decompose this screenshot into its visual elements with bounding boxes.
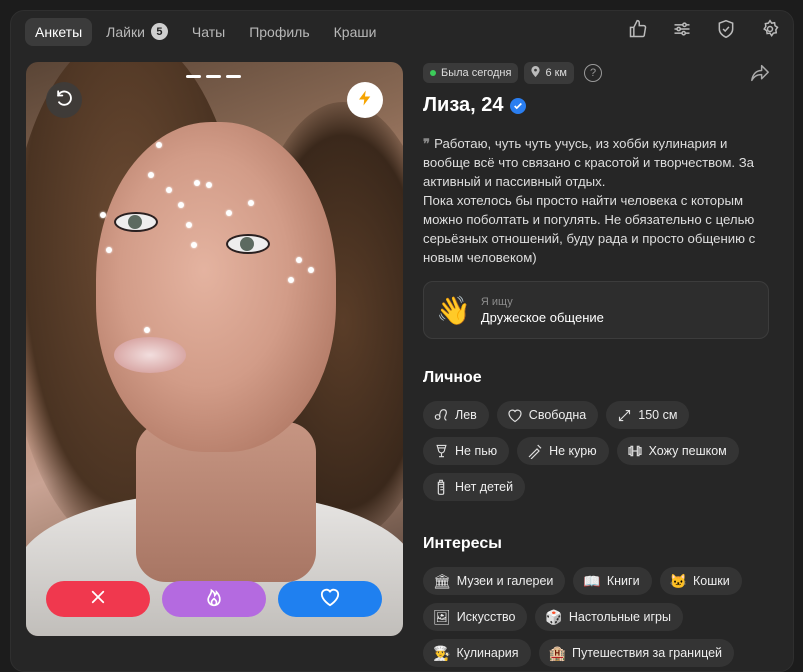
cat-icon: 🐱 xyxy=(669,572,687,589)
interests-chips: 🏛 Музеи и галереи 📖 Книги 🐱 Кошки 🖼 Искусств… xyxy=(423,567,773,667)
interests-section-title: Интересы xyxy=(423,535,502,552)
waving-hand-icon: 👋 xyxy=(436,294,471,326)
chef-icon: 👨‍🍳 xyxy=(433,644,451,661)
dumbbell-icon xyxy=(627,444,643,458)
tab-profiles[interactable]: Анкеты xyxy=(25,17,93,46)
seeking-card: 👋 Я ищу Дружеское общение xyxy=(423,281,769,339)
expand-arrows-icon xyxy=(616,408,632,423)
interest-chip: 🏛 Музеи и галереи xyxy=(423,567,566,595)
thumbs-up-icon[interactable] xyxy=(627,18,649,40)
museum-icon: 🏛 xyxy=(433,572,451,589)
photo-eye-left xyxy=(114,212,158,232)
interest-chip: 👨‍🍳 Кулинария xyxy=(423,639,531,667)
profile-details: Была сегодня 6 км ? Лиза, 24 ❞ Работаю, ч… xyxy=(423,62,773,667)
personal-section-title: Личное xyxy=(423,369,482,386)
online-dot-icon xyxy=(430,70,436,76)
interest-chip: 📖 Книги xyxy=(573,567,652,595)
tab-chats[interactable]: Чаты xyxy=(182,18,235,46)
seeking-label: Я ищу xyxy=(480,295,513,308)
top-nav: Анкеты Лайки 5 Чаты Профиль Краши xyxy=(25,17,386,46)
verified-icon xyxy=(509,97,526,114)
interest-chip: 🏨 Путешествия за границей xyxy=(538,639,735,667)
heart-outline-icon xyxy=(507,408,523,423)
profile-photo[interactable] xyxy=(26,62,403,636)
quote-icon: ❞ xyxy=(423,136,431,151)
painting-icon: 🖼 xyxy=(433,608,451,625)
close-icon xyxy=(89,588,107,611)
personal-chip: Не курю xyxy=(517,437,609,465)
flame-icon xyxy=(204,587,224,612)
photo-face xyxy=(96,122,336,452)
personal-chips: Лев Свободна 150 см Не пью Не курю Хожу … xyxy=(423,401,773,501)
online-status-badge: Была сегодня xyxy=(423,63,519,83)
book-icon: 📖 xyxy=(583,572,601,589)
tab-crushes[interactable]: Краши xyxy=(324,18,387,46)
nav-icons xyxy=(627,18,781,40)
distance-badge: 6 км xyxy=(524,62,574,84)
seeking-value: Дружеское общение xyxy=(480,309,604,325)
hotel-icon: 🏨 xyxy=(548,644,566,661)
photo-lips xyxy=(114,337,186,373)
status-row: Была сегодня 6 км ? xyxy=(423,62,773,84)
heart-icon xyxy=(319,587,341,612)
dislike-button[interactable] xyxy=(46,581,150,617)
personal-chip: Свободна xyxy=(496,401,599,429)
personal-chip: Лев xyxy=(423,401,489,429)
interest-chip: 🐱 Кошки xyxy=(659,567,742,595)
baby-bottle-icon xyxy=(433,479,449,495)
personal-chip: Не пью xyxy=(423,437,510,465)
dice-icon: 🎲 xyxy=(545,608,563,625)
share-icon[interactable] xyxy=(750,64,770,87)
superlike-button[interactable] xyxy=(162,581,266,617)
likes-count-badge: 5 xyxy=(150,23,168,40)
swipe-actions xyxy=(46,581,382,617)
undo-button[interactable] xyxy=(46,82,82,118)
location-pin-icon xyxy=(531,66,541,80)
help-icon[interactable]: ? xyxy=(584,64,602,82)
personal-chip: Хожу пешком xyxy=(616,437,739,465)
boost-button[interactable] xyxy=(347,82,383,118)
gear-icon[interactable] xyxy=(759,18,781,40)
photo-pagination xyxy=(186,75,241,78)
leo-icon xyxy=(433,407,449,423)
interest-chip: 🖼 Искусство xyxy=(423,603,528,631)
no-smoking-icon xyxy=(527,443,543,459)
wine-glass-icon xyxy=(433,443,449,459)
photo-eye-right xyxy=(226,234,270,254)
like-button[interactable] xyxy=(278,581,382,617)
lightning-icon xyxy=(356,89,374,112)
personal-chip: 150 см xyxy=(606,401,690,429)
interest-chip: 🎲 Настольные игры xyxy=(535,603,683,631)
sliders-icon[interactable] xyxy=(671,18,693,40)
profile-name: Лиза, 24 xyxy=(423,94,773,117)
undo-icon xyxy=(54,88,74,113)
personal-chip: Нет детей xyxy=(423,473,526,501)
profile-bio: ❞ Работаю, чуть чуть учусь, из хобби кули… xyxy=(423,136,756,265)
shield-icon[interactable] xyxy=(715,18,737,40)
tab-profile[interactable]: Профиль xyxy=(239,18,319,46)
tab-likes[interactable]: Лайки 5 xyxy=(96,17,178,46)
